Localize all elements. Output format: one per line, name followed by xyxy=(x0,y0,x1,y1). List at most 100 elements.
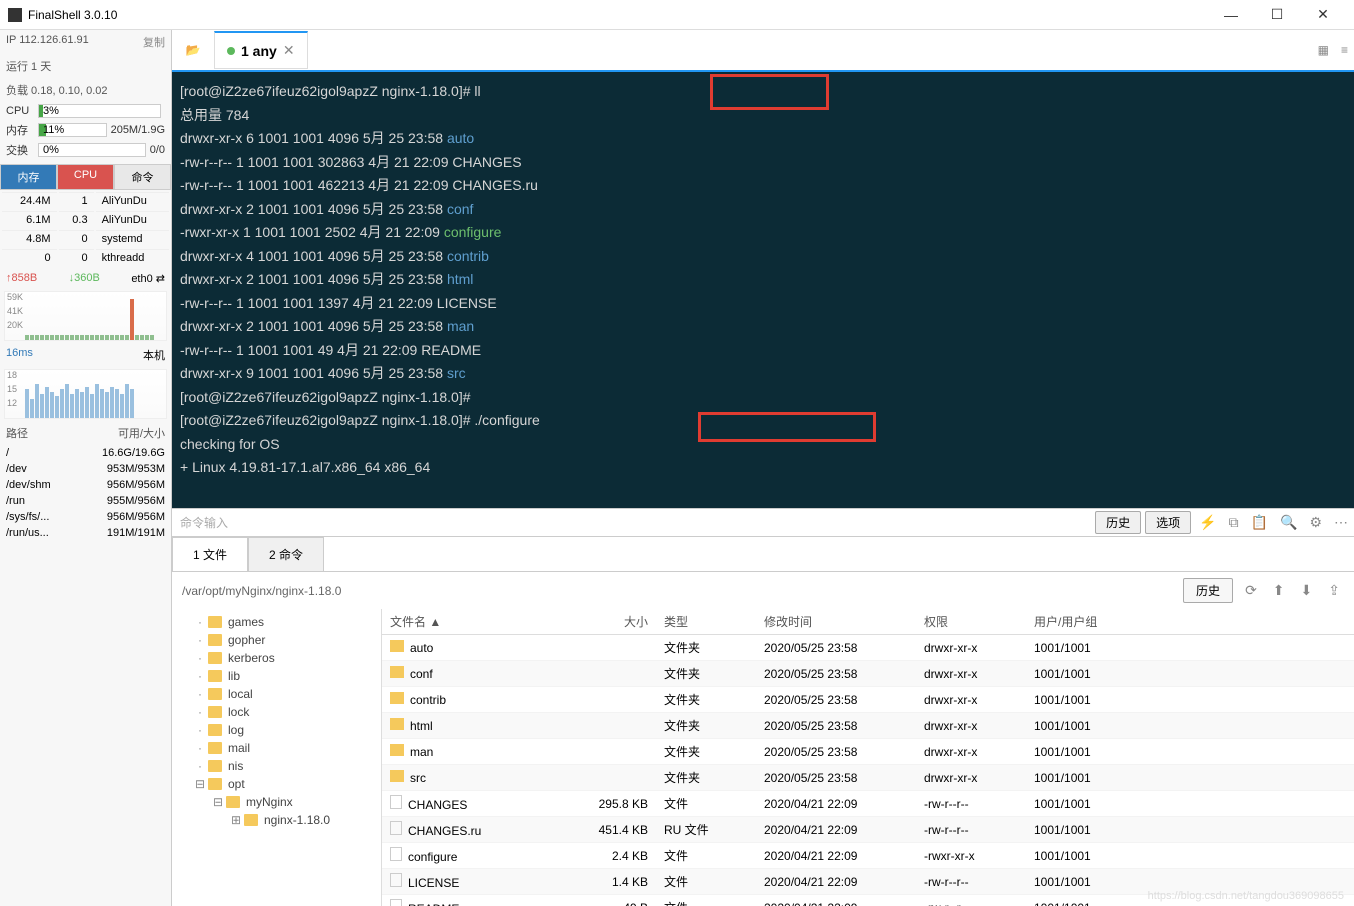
proc-table: 24.4M1AliYunDu 6.1M0.3AliYunDu 4.8M0system… xyxy=(0,190,171,268)
tree-node[interactable]: ·games xyxy=(176,613,377,631)
tab-files[interactable]: 1 文件 xyxy=(172,537,248,571)
app-title: FinalShell 3.0.10 xyxy=(28,8,117,22)
tree-node[interactable]: ·kerberos xyxy=(176,649,377,667)
terminal-line: drwxr-xr-x 2 1001 1001 4096 5月 25 23:58 … xyxy=(180,315,1346,339)
tree-node[interactable]: ·nis xyxy=(176,757,377,775)
terminal[interactable]: [root@iZ2ze67ifeuz62igol9apzZ nginx-1.18… xyxy=(172,72,1354,508)
disk-row[interactable]: /dev953M/953M xyxy=(0,461,171,477)
net-down: ↓360B xyxy=(69,272,100,285)
folder-icon xyxy=(390,718,404,730)
terminal-line: drwxr-xr-x 2 1001 1001 4096 5月 25 23:58 … xyxy=(180,198,1346,222)
tab-cmd[interactable]: 2 命令 xyxy=(248,537,324,571)
left-panel: IP 112.126.61.91复制 运行 1 天 负载 0.18, 0.10,… xyxy=(0,30,172,906)
highlight-box xyxy=(698,412,876,442)
file-row[interactable]: contrib文件夹2020/05/25 23:58drwxr-xr-x1001… xyxy=(382,687,1354,713)
copy-icon[interactable]: ⧉ xyxy=(1223,514,1245,531)
gear-icon[interactable]: ⚙ xyxy=(1303,514,1328,531)
tree-node[interactable]: ⊟myNginx xyxy=(176,793,377,811)
session-tab[interactable]: 1 any✕ xyxy=(214,31,308,69)
bolt-icon[interactable]: ⚡ xyxy=(1193,514,1222,531)
disk-row[interactable]: /16.6G/19.6G xyxy=(0,445,171,461)
file-columns[interactable]: 文件名 ▲大小类型修改时间权限用户/用户组 xyxy=(382,609,1354,635)
close-tab-icon[interactable]: ✕ xyxy=(283,42,295,59)
command-input[interactable]: 命令输入 xyxy=(172,514,1093,531)
folder-open-icon[interactable]: 📂 xyxy=(178,35,208,65)
tree-node[interactable]: ·gopher xyxy=(176,631,377,649)
folder-icon xyxy=(208,670,222,682)
session-tab-bar: 📂 1 any✕ ▦ ≡ xyxy=(172,30,1354,72)
proc-row[interactable]: 4.8M0systemd xyxy=(2,230,169,247)
tree-node[interactable]: ⊞nginx-1.18.0 xyxy=(176,811,377,829)
folder-icon xyxy=(226,796,240,808)
file-icon xyxy=(390,795,402,809)
disk-row[interactable]: /sys/fs/...956M/956M xyxy=(0,509,171,525)
history-button[interactable]: 历史 xyxy=(1095,511,1141,534)
disk-row[interactable]: /run/us...191M/191M xyxy=(0,525,171,541)
folder-icon xyxy=(390,770,404,782)
upload2-icon[interactable]: ⇪ xyxy=(1324,582,1344,599)
path-display[interactable]: /var/opt/myNginx/nginx-1.18.0 xyxy=(182,584,1175,598)
title-bar: FinalShell 3.0.10 — ☐ ✕ xyxy=(0,0,1354,30)
ping-host[interactable]: 本机 xyxy=(143,347,165,363)
terminal-line: -rw-r--r-- 1 1001 1001 49 4月 21 22:09 RE… xyxy=(180,339,1346,363)
close-button[interactable]: ✕ xyxy=(1300,0,1346,30)
upload-icon[interactable]: ⬆ xyxy=(1269,582,1289,599)
tree-node[interactable]: ·log xyxy=(176,721,377,739)
search-icon[interactable]: 🔍 xyxy=(1274,514,1303,531)
copy-link[interactable]: 复制 xyxy=(143,34,165,50)
grid-view-icon[interactable]: ▦ xyxy=(1312,43,1335,57)
net-iface[interactable]: eth0 ⇄ xyxy=(131,272,165,285)
tree-node[interactable]: ·local xyxy=(176,685,377,703)
file-row[interactable]: CHANGES295.8 KB文件2020/04/21 22:09-rw-r--… xyxy=(382,791,1354,817)
file-icon xyxy=(390,821,402,835)
proc-tabs: 内存CPU命令 xyxy=(0,164,171,190)
tree-node[interactable]: ·mail xyxy=(176,739,377,757)
folder-icon xyxy=(390,744,404,756)
tab-mem[interactable]: 内存 xyxy=(0,164,57,190)
file-row[interactable]: src文件夹2020/05/25 23:58drwxr-xr-x1001/100… xyxy=(382,765,1354,791)
folder-icon xyxy=(390,692,404,704)
ping-chart: 181512 xyxy=(4,369,167,419)
folder-icon xyxy=(208,778,222,790)
tab-cpu[interactable]: CPU xyxy=(57,164,114,190)
minimize-button[interactable]: — xyxy=(1208,0,1254,30)
swap-meter: 交换0%0/0 xyxy=(0,140,171,160)
terminal-line: -rw-r--r-- 1 1001 1001 462213 4月 21 22:0… xyxy=(180,174,1346,198)
tree-node[interactable]: ·lock xyxy=(176,703,377,721)
terminal-line: -rwxr-xr-x 1 1001 1001 2502 4月 21 22:09 … xyxy=(180,221,1346,245)
terminal-line: drwxr-xr-x 4 1001 1001 4096 5月 25 23:58 … xyxy=(180,245,1346,269)
download-icon[interactable]: ⬇ xyxy=(1297,582,1317,599)
file-manager: 1 文件 2 命令 /var/opt/myNginx/nginx-1.18.0 … xyxy=(172,536,1354,906)
file-row[interactable]: configure2.4 KB文件2020/04/21 22:09-rwxr-x… xyxy=(382,843,1354,869)
file-row[interactable]: CHANGES.ru451.4 KBRU 文件2020/04/21 22:09-… xyxy=(382,817,1354,843)
file-icon xyxy=(390,847,402,861)
highlight-box xyxy=(710,74,829,110)
file-row[interactable]: html文件夹2020/05/25 23:58drwxr-xr-x1001/10… xyxy=(382,713,1354,739)
tree-node[interactable]: ⊟opt xyxy=(176,775,377,793)
maximize-button[interactable]: ☐ xyxy=(1254,0,1300,30)
clipboard-icon[interactable]: 📋 xyxy=(1245,514,1274,531)
menu-icon[interactable]: ≡ xyxy=(1335,43,1354,57)
folder-tree[interactable]: ·games·gopher·kerberos·lib·local·lock·lo… xyxy=(172,609,382,906)
ip-label: IP 112.126.61.91 xyxy=(6,34,89,50)
terminal-line: drwxr-xr-x 2 1001 1001 4096 5月 25 23:58 … xyxy=(180,268,1346,292)
file-row[interactable]: conf文件夹2020/05/25 23:58drwxr-xr-x1001/10… xyxy=(382,661,1354,687)
disk-row[interactable]: /dev/shm956M/956M xyxy=(0,477,171,493)
proc-row[interactable]: 6.1M0.3AliYunDu xyxy=(2,211,169,228)
tree-node[interactable]: ·lib xyxy=(176,667,377,685)
file-row[interactable]: man文件夹2020/05/25 23:58drwxr-xr-x1001/100… xyxy=(382,739,1354,765)
more-icon[interactable]: ⋯ xyxy=(1328,514,1354,531)
disk-row[interactable]: /run955M/956M xyxy=(0,493,171,509)
mem-meter: 内存11%205M/1.9G xyxy=(0,120,171,140)
tab-cmd[interactable]: 命令 xyxy=(114,164,171,190)
options-button[interactable]: 选项 xyxy=(1145,511,1191,534)
path-history-button[interactable]: 历史 xyxy=(1183,578,1233,603)
file-icon xyxy=(390,873,402,887)
refresh-icon[interactable]: ⟳ xyxy=(1241,582,1261,599)
folder-icon xyxy=(208,760,222,772)
file-row[interactable]: auto文件夹2020/05/25 23:58drwxr-xr-x1001/10… xyxy=(382,635,1354,661)
net-chart: 59K41K20K xyxy=(4,291,167,341)
proc-row[interactable]: 24.4M1AliYunDu xyxy=(2,192,169,209)
folder-icon xyxy=(390,666,404,678)
proc-row[interactable]: 00kthreadd xyxy=(2,249,169,266)
